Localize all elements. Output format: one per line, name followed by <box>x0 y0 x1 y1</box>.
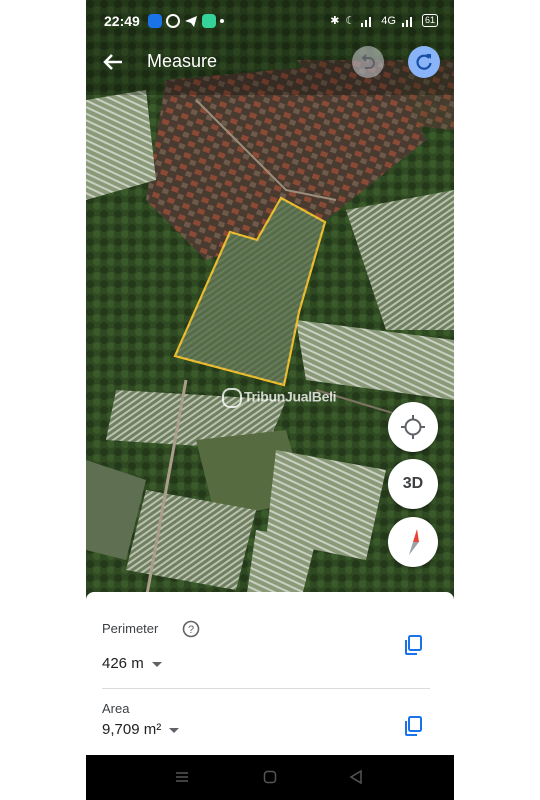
back-nav-icon[interactable] <box>348 769 364 785</box>
network-type: 4G <box>381 14 396 27</box>
area-value: 9,709 m² <box>102 721 162 738</box>
crosshair-icon <box>401 415 425 439</box>
undo-icon <box>361 54 375 69</box>
status-time: 22:49 <box>104 13 140 29</box>
3d-button[interactable]: 3D <box>388 459 438 509</box>
refresh-icon <box>416 54 432 70</box>
status-indicators: ✱ ☾ 4G 61 <box>330 14 438 27</box>
help-icon[interactable]: ? <box>182 620 200 638</box>
home-icon[interactable] <box>262 769 278 785</box>
back-arrow-icon[interactable] <box>100 48 128 76</box>
my-location-button[interactable] <box>388 402 438 452</box>
chat-notification-icon <box>202 14 216 28</box>
copy-area-icon[interactable] <box>402 715 424 737</box>
copy-perimeter-icon[interactable] <box>402 634 424 656</box>
recents-menu-icon[interactable] <box>174 769 190 785</box>
perimeter-label: Perimeter <box>102 621 159 636</box>
undo-button[interactable] <box>352 46 384 78</box>
top-app-bar: Measure <box>86 42 454 82</box>
perimeter-value-dropdown[interactable]: 426 m <box>102 655 162 672</box>
reset-button[interactable] <box>408 46 440 78</box>
measurement-sheet: Perimeter ? 426 m Area 9,709 m² <box>86 592 454 755</box>
area-label: Area <box>102 701 130 716</box>
signal-icon <box>361 16 372 27</box>
whatsapp-notification-icon <box>166 14 180 28</box>
watermark: TribunJualBeli <box>222 388 337 408</box>
dropdown-caret-icon <box>169 727 180 733</box>
svg-text:?: ? <box>188 624 194 636</box>
messages-notification-icon <box>148 14 162 28</box>
area-value-dropdown[interactable]: 9,709 m² <box>102 721 180 738</box>
system-nav-bar <box>86 755 454 800</box>
satellite-imagery <box>86 0 454 600</box>
signal-icon-2 <box>401 16 412 27</box>
divider <box>102 688 430 689</box>
watermark-logo-icon <box>222 388 242 408</box>
compass-button[interactable] <box>388 517 438 567</box>
status-bar: 22:49 ✱ ☾ 4G 61 <box>86 0 454 42</box>
watermark-text: TribunJualBeli <box>244 388 337 405</box>
battery-level: 61 <box>421 14 438 27</box>
do-not-disturb-icon: ☾ <box>345 15 356 27</box>
telegram-notification-icon <box>185 16 197 27</box>
more-notifications-icon <box>220 19 224 23</box>
perimeter-value: 426 m <box>102 655 144 672</box>
compass-icon <box>409 529 419 555</box>
dropdown-caret-icon <box>151 661 162 667</box>
satellite-map[interactable]: TribunJualBeli 3D <box>86 0 454 600</box>
phone-screen: TribunJualBeli 3D 22:49 ✱ ☾ 4G 61 Measur… <box>86 0 454 800</box>
bluetooth-icon: ✱ <box>330 15 340 27</box>
page-title: Measure <box>147 51 218 71</box>
